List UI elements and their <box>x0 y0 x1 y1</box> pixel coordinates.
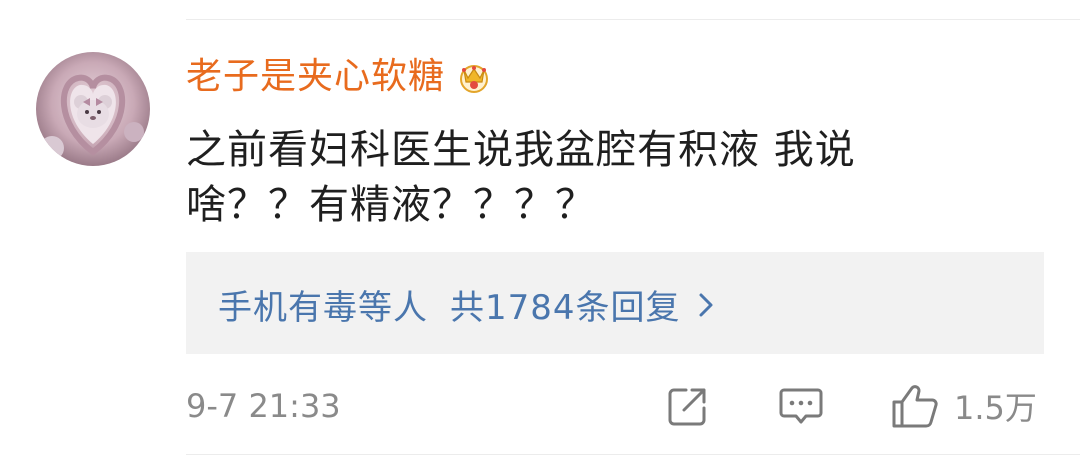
like-button[interactable]: 1.5万 <box>890 380 1037 432</box>
timestamp: 9-7 21:33 <box>186 387 341 425</box>
reply-users: 手机有毒等人 <box>218 287 428 328</box>
replies-box[interactable]: 手机有毒等人 共1784条回复 <box>186 252 1044 354</box>
comment-icon <box>779 388 823 424</box>
avatar-image <box>36 52 150 166</box>
username[interactable]: 老子是夹心软糖 <box>186 52 445 102</box>
comment-button[interactable] <box>778 380 824 432</box>
crown-badge-icon <box>457 60 491 94</box>
view-replies-link[interactable]: 手机有毒等人 共1784条回复 <box>218 278 717 330</box>
top-divider <box>186 19 1080 20</box>
share-icon <box>668 388 706 426</box>
username-row: 老子是夹心软糖 <box>186 52 491 102</box>
avatar[interactable] <box>36 52 150 166</box>
comment-text: 之前看妇科医生说我盆腔有积液 我说 啥？？有精液？？？？ <box>186 127 856 228</box>
like-count: 1.5万 <box>954 389 1037 427</box>
thumbs-up-icon <box>892 385 938 428</box>
share-button[interactable] <box>666 380 710 432</box>
bottom-divider <box>186 454 1080 455</box>
chevron-right-icon <box>695 289 717 319</box>
reply-count: 共1784条回复 <box>450 287 681 328</box>
